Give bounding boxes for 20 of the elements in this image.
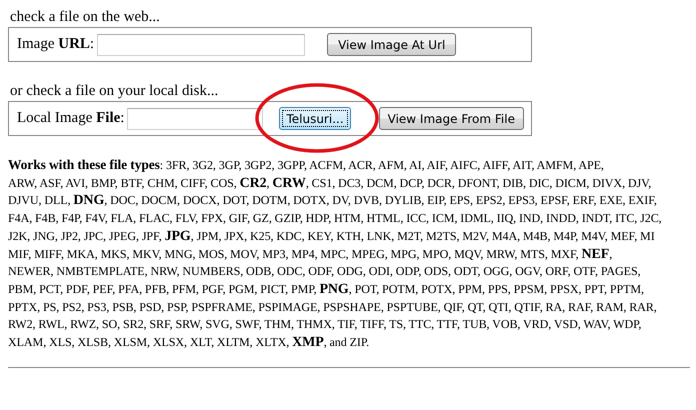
field-label: Image URL: (17, 36, 94, 53)
field-label: Local Image File: (17, 110, 124, 127)
file-types-text: RW2, RWL, RWZ, SO, SR2, SRF, SRW, SVG, SWF, THM, THMX, TIF, TIFF, TS, TTC, TTF, TUB, VOB, VRD, VSD, WAV, WDP, (8, 316, 642, 334)
file-types-text: F4A, F4B, F4P, F4V, FLA, FLAC, FLV, FPX, GIF, GZ, GZIP, HDP, HTM, HTML, ICC, ICM, IDML, IIQ, IND, INDD, INDT, ITC, J2C, (8, 210, 663, 228)
browse-button[interactable]: Telusuri... (279, 107, 351, 130)
view-file-button[interactable]: View Image From File (378, 107, 524, 130)
section-heading: or check a file on your local disk... (10, 82, 220, 100)
file-types-text: NEWER, NMBTEMPLATE, NRW, NUMBERS, ODB, ODC, ODF, ODG, ODI, ODP, ODS, ODT, OGG, OGV, ORF, OTF, PAGES, (8, 263, 642, 280)
file-types-text: J2K, JNG, JP2, JPC, JPEG, JPF, JPG, JPM, JPX, K25, KDC, KEY, KTH, LNK, M2T, M2TS, M2V, M4A, M4B, M4P, M4V, MEF, MI (8, 228, 656, 246)
view-url-button[interactable]: View Image At Url (327, 33, 456, 56)
file-types-text: XLAM, XLS, XLSB, XLSM, XLSX, XLT, XLTM, XLTX, XMP, and ZIP. (8, 334, 370, 352)
section-heading: check a file on the web... (10, 8, 161, 26)
file-types-text: DJVU, DLL, DNG, DOC, DOCM, DOCX, DOT, DOTM, DOTX, DV, DVB, DYLIB, EIP, EPS, EPS2, EPS3, EPSF, ERF, EXE, EXIF, (8, 192, 658, 210)
file-types-text: PPTX, PS, PS2, PS3, PSB, PSD, PSP, PSPFRAME, PSPIMAGE, PSPSHAPE, PSPTUBE, QIF, QT, QTI, QTIF, RA, RAF, RAM, RAR, (8, 298, 658, 316)
file-types-text: ARW, ASF, AVI, BMP, BTF, CHM, CIFF, COS, CR2, CRW, CS1, DC3, DCM, DCP, DCR, DFONT, DIB, DIC, DICM, DIVX, DJV, (8, 174, 652, 192)
file-types-text: Works with these file types: 3FR, 3G2, 3GP, 3GP2, 3GPP, ACFM, ACR, AFM, AI, AIF, AIFC, AIFF, AIT, AMFM, APE, (8, 156, 605, 174)
url-input-field[interactable] (97, 34, 306, 56)
file-types-text: PBM, PCT, PDF, PEF, PFA, PFB, PFM, PGF, PGM, PICT, PMP, PNG, POT, POTM, POTX, PPM, PPS, PPSM, PPSX, PPT, PPTM, (8, 280, 645, 299)
file-input-field[interactable] (127, 108, 264, 130)
file-types-text: MIF, MIFF, MKA, MKS, MKV, MNG, MOS, MOV, MP3, MP4, MPC, MPEG, MPG, MPO, MQV, MRW, MTS, MXF, NEF, (8, 246, 614, 264)
